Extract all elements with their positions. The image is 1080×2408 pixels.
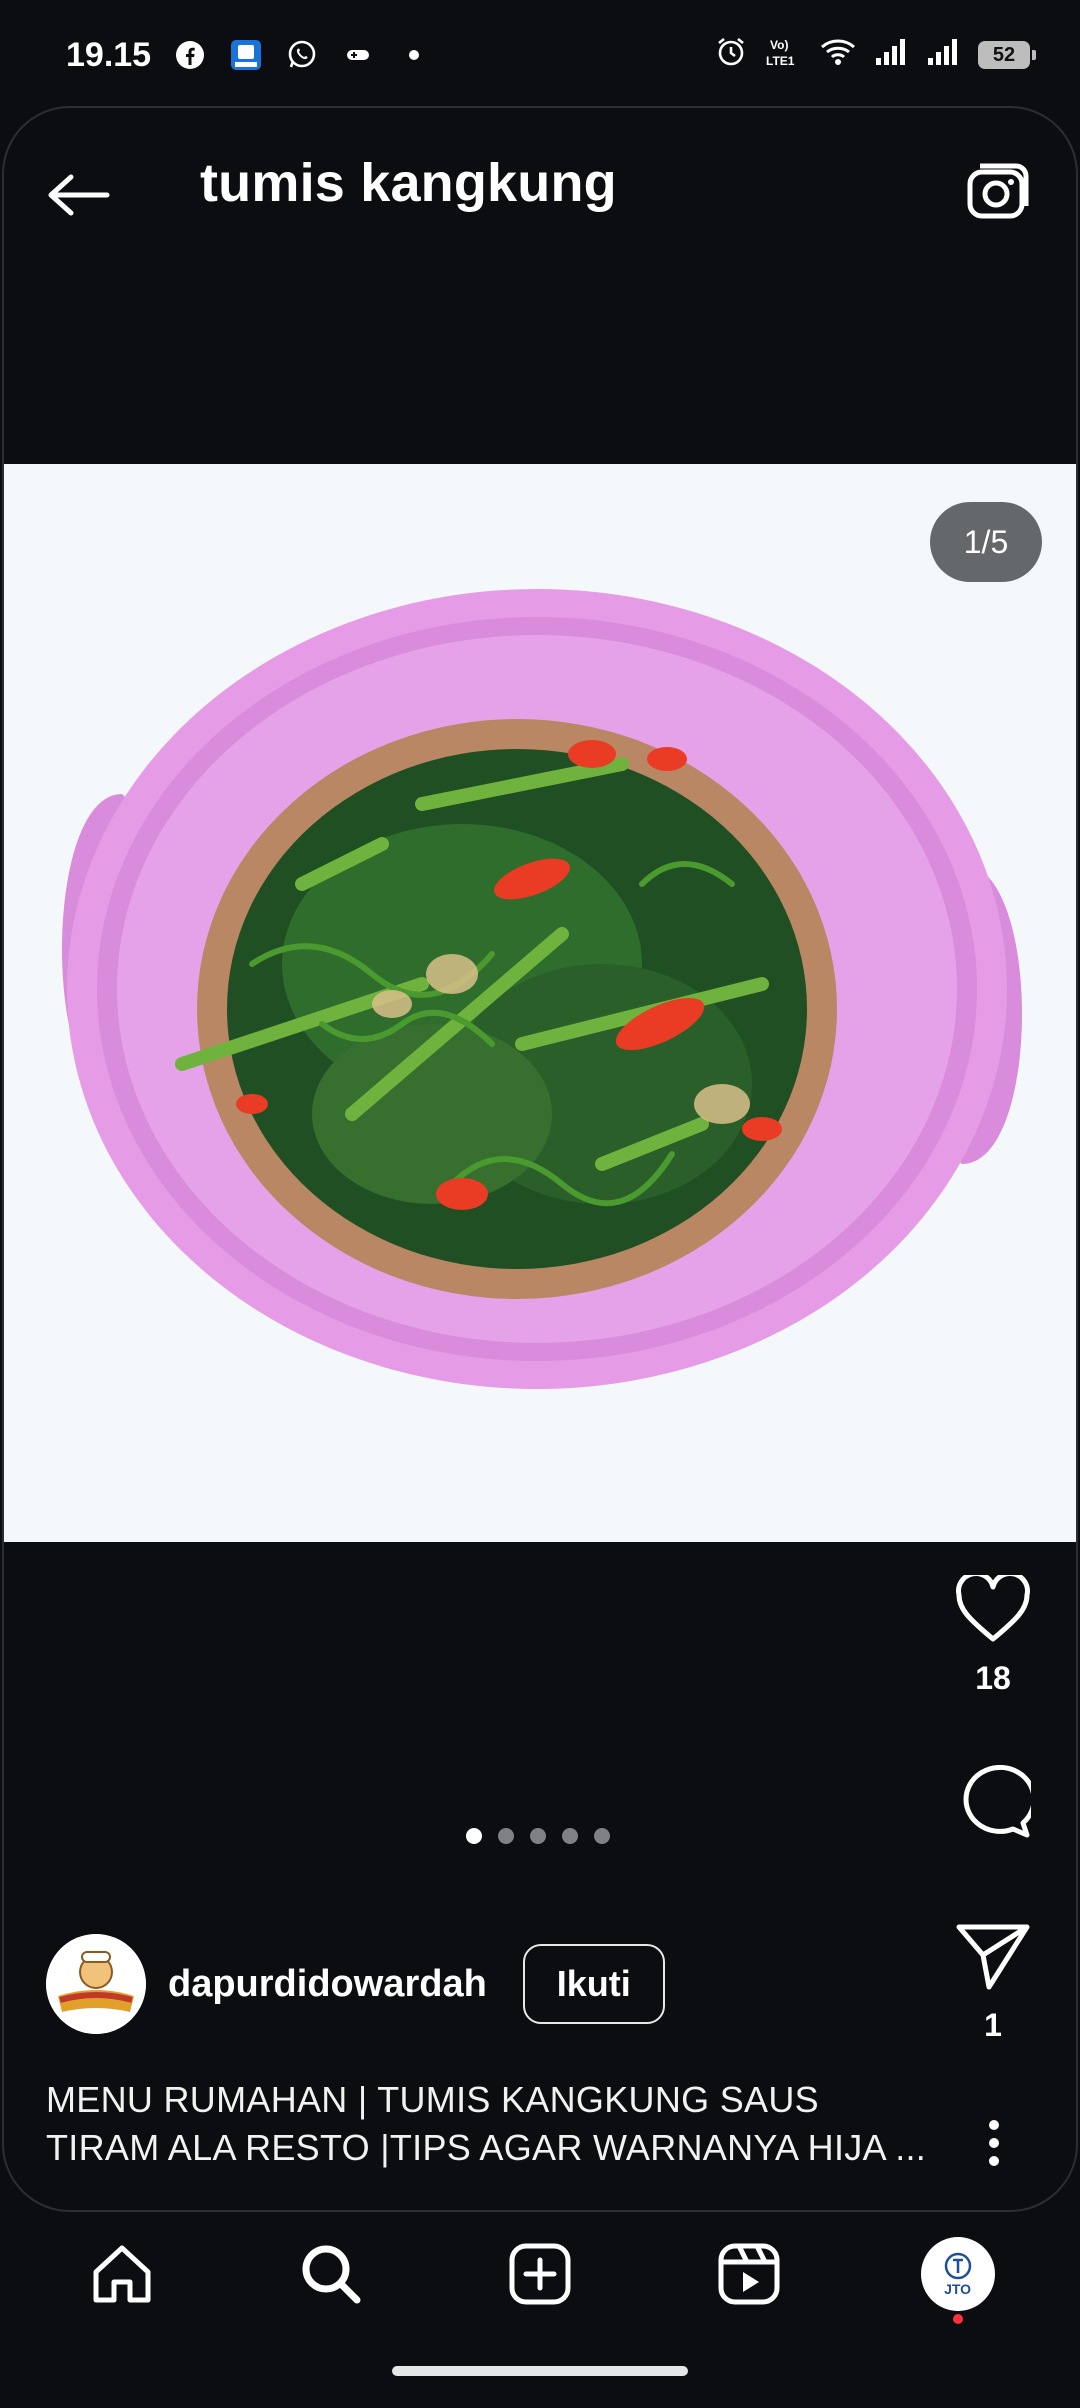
nav-create[interactable]	[490, 2224, 590, 2324]
avatar[interactable]	[46, 1934, 146, 2034]
post-viewer: tumis kangkung 1/5 18 1 dapurdidowardah …	[2, 106, 1078, 2212]
post-caption[interactable]: MENU RUMAHAN | TUMIS KANGKUNG SAUS TIRAM…	[46, 2076, 946, 2172]
camera-icon	[967, 163, 1029, 219]
page-title: tumis kangkung	[200, 153, 617, 213]
carousel-dot-2	[498, 1828, 514, 1844]
status-right: Vo) LTE1 52	[714, 35, 1036, 75]
heart-icon	[956, 1575, 1030, 1642]
search-icon	[302, 2245, 361, 2304]
nav-home[interactable]	[72, 2224, 172, 2324]
comment-button[interactable]	[948, 1757, 1038, 1847]
status-left: 19.15	[66, 36, 431, 75]
dish-illustration	[4, 464, 1076, 1542]
dot-icon	[397, 38, 431, 72]
status-bar: 19.15 Vo) LTE1 52	[0, 0, 1080, 110]
bottom-nav: JTO	[0, 2214, 1080, 2334]
carousel-dot-5	[594, 1828, 610, 1844]
back-button[interactable]	[44, 160, 114, 230]
wifi-icon	[820, 37, 856, 73]
carousel-dot-1	[466, 1828, 482, 1844]
more-vertical-icon	[989, 2120, 999, 2166]
post-image[interactable]: 1/5	[4, 464, 1076, 1542]
signal-icon-2	[926, 37, 960, 73]
share-count: 1	[984, 2007, 1002, 2043]
share-button[interactable]	[948, 1911, 1038, 2001]
signal-icon	[874, 37, 908, 73]
follow-button[interactable]: Ikuti	[522, 1944, 665, 2024]
reels-icon	[718, 2243, 780, 2305]
profile-label: JTO	[944, 2281, 972, 2297]
nav-search[interactable]	[281, 2224, 381, 2324]
facebook-icon	[173, 38, 207, 72]
carousel-dot-3	[530, 1828, 546, 1844]
app-icon	[229, 38, 263, 72]
home-icon	[93, 2245, 151, 2303]
camera-button[interactable]	[960, 152, 1036, 228]
header: tumis kangkung	[4, 108, 1076, 258]
carousel-dots	[466, 1828, 610, 1844]
profile-avatar: JTO	[920, 2237, 995, 2311]
author-row: dapurdidowardah Ikuti	[46, 1934, 665, 2034]
svg-text:Vo): Vo)	[770, 38, 788, 52]
like-button[interactable]	[948, 1564, 1038, 1654]
alarm-icon	[714, 35, 748, 75]
notification-dot	[952, 2314, 963, 2324]
send-icon	[956, 1924, 1030, 1990]
status-time: 19.15	[66, 35, 152, 74]
svg-text:LTE1: LTE1	[766, 54, 795, 68]
whatsapp-icon	[285, 38, 319, 72]
profile-logo-icon	[944, 2252, 971, 2280]
home-indicator[interactable]	[392, 2366, 688, 2376]
action-column: 18 1	[938, 1564, 1048, 2044]
author-username[interactable]: dapurdidowardah	[168, 1963, 487, 2006]
author-logo-icon	[46, 1934, 146, 2034]
volte-icon: Vo) LTE1	[766, 35, 802, 75]
caption-line-2: TIRAM ALA RESTO |TIPS AGAR WARNANYA HIJA…	[46, 2127, 927, 2168]
comment-icon	[963, 1765, 1031, 1838]
nav-reels[interactable]	[699, 2224, 799, 2324]
battery-indicator: 52	[978, 41, 1036, 69]
carousel-dot-4	[562, 1828, 578, 1844]
caption-line-1: MENU RUMAHAN | TUMIS KANGKUNG SAUS	[46, 2079, 819, 2120]
arrow-left-icon	[48, 174, 110, 216]
like-count: 18	[975, 1660, 1011, 1696]
page-indicator: 1/5	[930, 502, 1042, 582]
nav-profile[interactable]: JTO	[908, 2224, 1008, 2324]
add-post-icon	[509, 2243, 571, 2305]
game-icon	[341, 38, 375, 72]
more-options-button[interactable]	[974, 2108, 1014, 2178]
